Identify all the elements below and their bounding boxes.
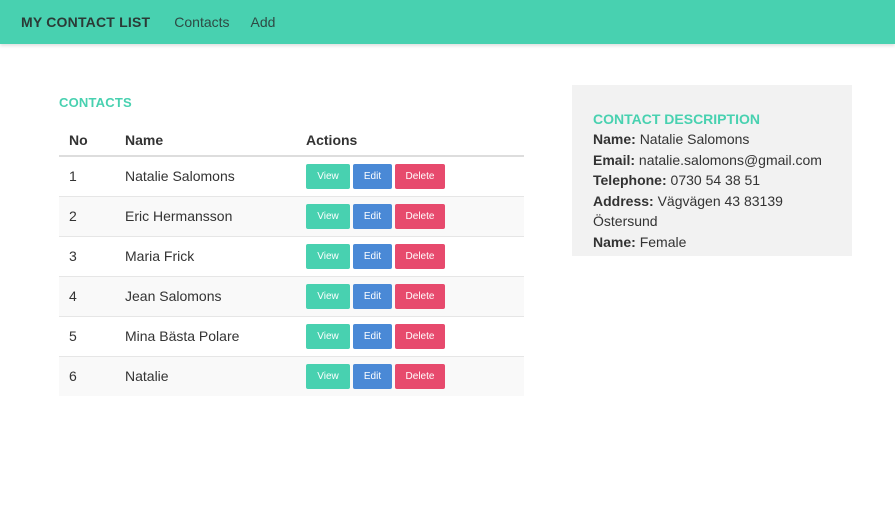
brand-title[interactable]: MY CONTACT LIST <box>21 14 150 30</box>
description-name-label: Name: <box>593 131 636 147</box>
row-actions: View Edit Delete <box>296 195 524 236</box>
description-title: CONTACT DESCRIPTION <box>593 111 760 127</box>
row-name: Jean Salomons <box>115 275 296 316</box>
header-name: Name <box>115 124 296 157</box>
header-actions: Actions <box>296 124 524 157</box>
delete-button[interactable]: Delete <box>395 323 445 349</box>
edit-button[interactable]: Edit <box>353 243 392 269</box>
contacts-section: CONTACTS No Name Actions 1 Natalie Salomo… <box>59 95 524 396</box>
navbar: MY CONTACT LIST Contacts Add <box>0 0 895 44</box>
description-email-label: Email: <box>593 151 636 168</box>
delete-button[interactable]: Delete <box>395 203 445 229</box>
row-name: Mina Bästa Polare <box>115 315 296 356</box>
view-button[interactable]: View <box>306 283 350 309</box>
row-number: 6 <box>59 355 115 396</box>
delete-button[interactable]: Delete <box>395 283 445 309</box>
row-number: 5 <box>59 315 115 356</box>
row-actions: View Edit Delete <box>296 275 524 316</box>
description-telephone-label: Telephone: <box>593 172 667 188</box>
row-name: Maria Frick <box>115 235 296 276</box>
view-button[interactable]: View <box>306 363 350 389</box>
description-name: Name: Natalie Salomons <box>593 129 831 150</box>
row-actions: View Edit Delete <box>296 156 524 196</box>
view-button[interactable]: View <box>306 323 350 349</box>
edit-button[interactable]: Edit <box>353 283 392 309</box>
description-gender-label: Name: <box>593 233 636 250</box>
row-number: 2 <box>59 195 115 236</box>
description-gender-value: Female <box>639 233 687 250</box>
description-email-value: natalie.salomons@gmail.com <box>638 151 822 168</box>
description-email: Email: natalie.salomons@gmail.com <box>593 150 831 171</box>
table-row: 1 Natalie Salomons View Edit Delete <box>59 156 524 196</box>
row-number: 3 <box>59 235 115 276</box>
table-row: 4 Jean Salomons View Edit Delete <box>59 275 524 316</box>
row-actions: View Edit Delete <box>296 315 524 356</box>
table-row: 6 Natalie View Edit Delete <box>59 355 524 396</box>
table-row: 5 Mina Bästa Polare View Edit Delete <box>59 315 524 356</box>
description-address-label: Address: <box>593 192 654 209</box>
description-gender: Name: Female <box>593 232 831 253</box>
nav-link-add[interactable]: Add <box>251 14 276 30</box>
edit-button[interactable]: Edit <box>353 363 392 389</box>
row-number: 4 <box>59 275 115 316</box>
table-header-row: No Name Actions <box>59 124 524 157</box>
row-actions: View Edit Delete <box>296 235 524 276</box>
edit-button[interactable]: Edit <box>353 203 392 229</box>
contact-description-panel: CONTACT DESCRIPTION Name: Natalie Salomo… <box>572 85 852 256</box>
description-telephone-value: 0730 54 38 51 <box>670 172 761 188</box>
edit-button[interactable]: Edit <box>353 323 392 349</box>
view-button[interactable]: View <box>306 243 350 269</box>
edit-button[interactable]: Edit <box>353 163 392 189</box>
header-no: No <box>59 124 115 157</box>
delete-button[interactable]: Delete <box>395 163 445 189</box>
row-name: Natalie <box>115 355 296 396</box>
row-name: Natalie Salomons <box>125 168 235 185</box>
view-button[interactable]: View <box>306 163 350 189</box>
contacts-title: CONTACTS <box>59 95 132 110</box>
description-address: Address: Vägvägen 43 83139 Östersund <box>593 191 831 232</box>
description-telephone: Telephone: 0730 54 38 51 <box>593 170 831 191</box>
delete-button[interactable]: Delete <box>395 243 445 269</box>
table-row: 2 Eric Hermansson View Edit Delete <box>59 195 524 236</box>
description-name-value: Natalie Salomons <box>639 131 750 147</box>
row-name: Eric Hermansson <box>115 195 296 236</box>
row-actions: View Edit Delete <box>296 355 524 396</box>
row-number: 1 <box>69 168 77 185</box>
nav-link-contacts[interactable]: Contacts <box>174 14 229 30</box>
contacts-table: No Name Actions 1 Natalie Salomons View Edi… <box>59 124 524 396</box>
table-row: 3 Maria Frick View Edit Delete <box>59 235 524 276</box>
delete-button[interactable]: Delete <box>395 363 445 389</box>
view-button[interactable]: View <box>306 203 350 229</box>
